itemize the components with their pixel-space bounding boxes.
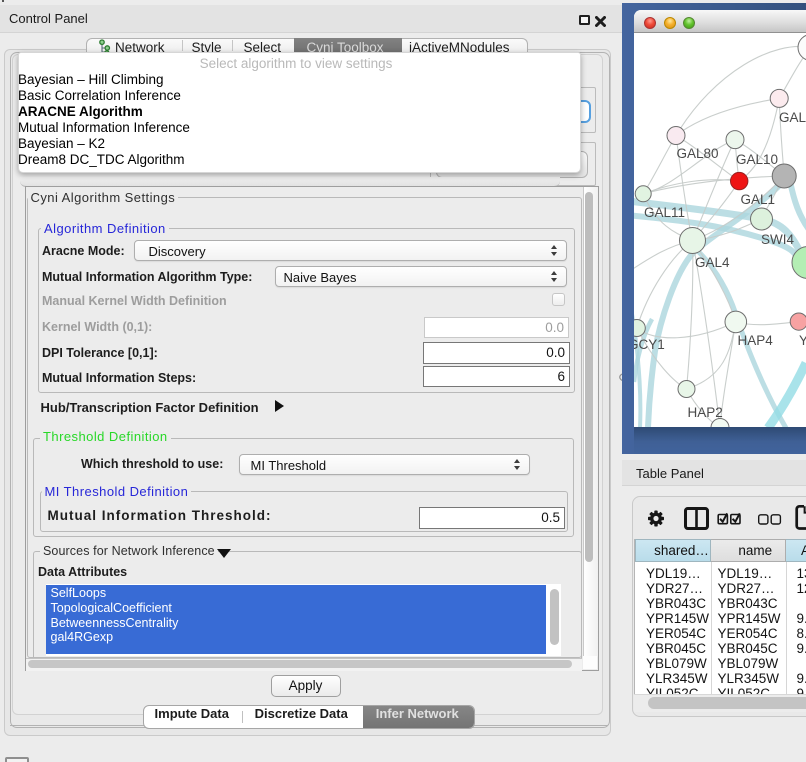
svg-text:SWI4: SWI4 (761, 232, 794, 247)
svg-text:HAP4: HAP4 (738, 333, 774, 348)
svg-text:Y: Y (799, 333, 806, 348)
svg-text:GAL11: GAL11 (644, 205, 685, 220)
svg-text:GAL4: GAL4 (695, 255, 730, 270)
svg-text:GCY1: GCY1 (634, 337, 665, 352)
svg-text:GAL: GAL (779, 110, 806, 125)
svg-text:HAP2: HAP2 (688, 405, 723, 420)
svg-text:GAL10: GAL10 (736, 152, 778, 167)
svg-text:GAL1: GAL1 (741, 192, 776, 207)
svg-text:GAL80: GAL80 (677, 146, 719, 161)
